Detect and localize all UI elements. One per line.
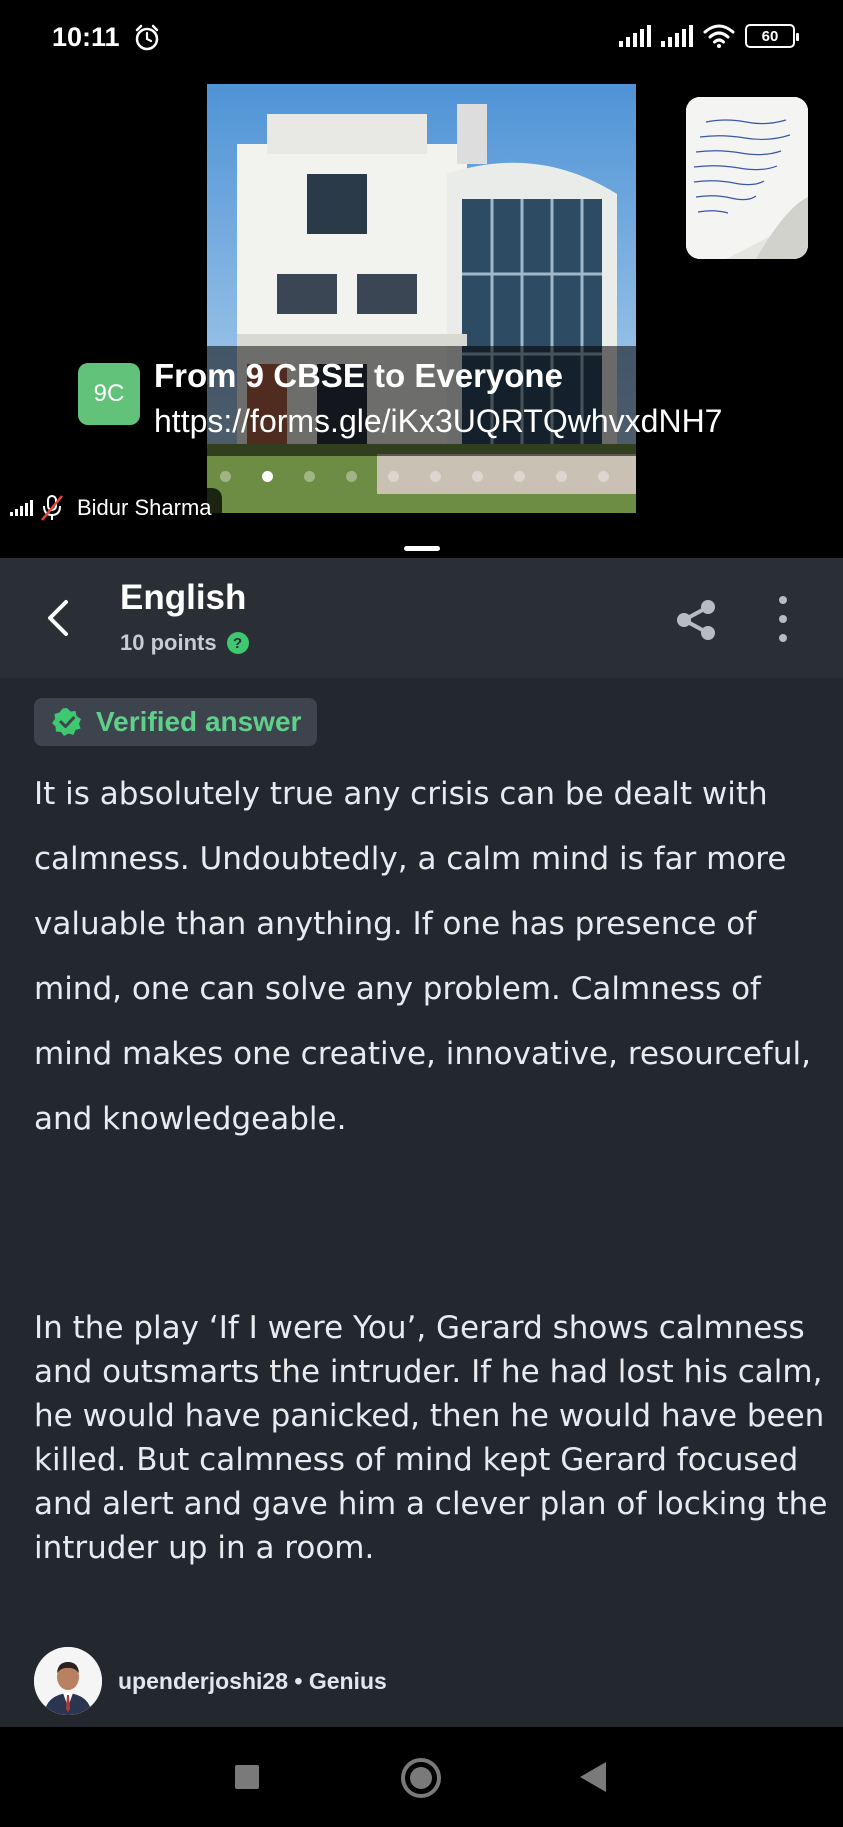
signal-icon — [619, 25, 651, 47]
points-label: 10 points — [120, 630, 217, 655]
page-indicator — [220, 471, 609, 482]
page-dot — [220, 471, 231, 482]
verified-answer-badge: Verified answer — [34, 698, 318, 746]
shared-screen-image — [207, 84, 636, 513]
participant-video-thumbnail[interactable] — [686, 97, 808, 259]
answer-paragraph-2: In the play ‘If I were You’, Gerard show… — [34, 1310, 828, 1566]
verified-answer-label: Verified answer — [96, 706, 302, 737]
share-icon — [677, 600, 715, 640]
page-dot — [556, 471, 567, 482]
more-vertical-icon — [779, 634, 787, 642]
question-header: English 10 points ? — [0, 558, 843, 678]
recents-icon[interactable] — [235, 1765, 259, 1789]
signal-icon — [661, 25, 693, 47]
answer-author[interactable]: upenderjoshi28 • Genius — [34, 1647, 387, 1715]
help-icon[interactable]: ? — [226, 632, 249, 654]
page-dot — [598, 471, 609, 482]
chat-notification[interactable]: 9C From 9 CBSE to Everyone https://forms… — [78, 357, 722, 440]
page-dot — [304, 471, 315, 482]
answer-content[interactable]: Verified answer It is absolutely true an… — [0, 678, 843, 1727]
more-vertical-icon — [779, 615, 787, 623]
participant-name-bar: Bidur Sharma — [0, 488, 222, 528]
status-time: 10:11 — [52, 22, 120, 52]
author-avatar[interactable] — [34, 1647, 102, 1715]
notification-title: From 9 CBSE to Everyone — [154, 357, 563, 394]
share-button[interactable] — [672, 598, 720, 642]
sender-avatar: 9C — [78, 363, 140, 425]
connection-signal-icon — [10, 500, 33, 516]
system-nav-bar — [0, 1727, 843, 1827]
wifi-icon — [703, 24, 735, 48]
verified-check-icon — [52, 708, 81, 736]
status-bar: 10:11 60 — [0, 0, 843, 80]
more-vertical-icon — [779, 596, 787, 604]
more-options-button[interactable] — [770, 596, 796, 642]
author-name[interactable]: upenderjoshi28 • Genius — [118, 1668, 387, 1695]
bottom-sheet-handle[interactable] — [404, 546, 440, 551]
notification-link[interactable]: https://forms.gle/iKx3UQRTQwhvxdNH7 — [154, 403, 722, 440]
back-arrow-icon — [48, 600, 68, 636]
page-dot — [430, 471, 441, 482]
page-dot — [472, 471, 483, 482]
page-dot-active — [262, 471, 273, 482]
mic-muted-icon — [41, 495, 63, 521]
back-button[interactable] — [36, 596, 80, 640]
alarm-icon — [135, 24, 159, 51]
video-call-area[interactable]: 9C From 9 CBSE to Everyone https://forms… — [0, 80, 843, 558]
subject-title: English — [120, 578, 247, 617]
back-icon[interactable] — [578, 1760, 608, 1794]
page-dot — [388, 471, 399, 482]
battery-icon: 60 — [745, 24, 799, 48]
battery-level: 60 — [761, 27, 779, 45]
page-dot — [346, 471, 357, 482]
participant-name: Bidur Sharma — [77, 495, 212, 520]
answer-paragraph-1: It is absolutely true any crisis can be … — [34, 776, 811, 1137]
home-icon[interactable] — [400, 1757, 442, 1799]
page-dot — [514, 471, 525, 482]
